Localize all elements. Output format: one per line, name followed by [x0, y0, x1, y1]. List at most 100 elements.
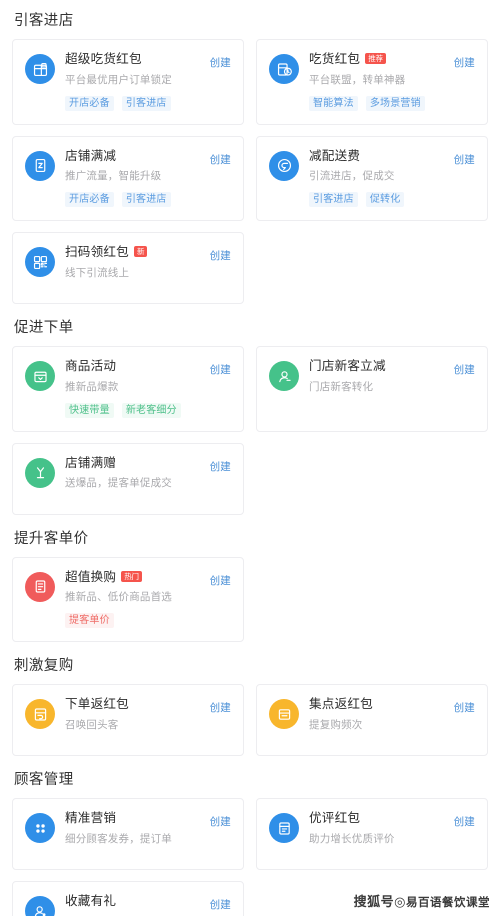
redpacket-clock-icon: [269, 54, 299, 84]
create-link[interactable]: 创建: [210, 700, 231, 715]
card-body: 店铺满减推广流量，智能升级 开店必备 引客进店: [65, 149, 231, 208]
card-tag: 智能算法: [309, 95, 358, 111]
card-description: 提复购频次: [309, 718, 363, 731]
section-title: 刺激复购: [14, 658, 74, 675]
create-link[interactable]: 创建: [210, 362, 231, 377]
tool-card[interactable]: 下单返红包召唤回头客 创建: [12, 684, 244, 757]
delivery-scooter-icon: [269, 150, 299, 181]
tool-card[interactable]: 店铺满赠 送爆品，提客单促成交 创建: [12, 442, 244, 515]
card-badge: 新: [133, 245, 148, 257]
card-tags: 智能算法 多场景营销: [309, 95, 449, 111]
section-title: 促进下单: [14, 320, 74, 337]
section: 提升客单价超值换购 热门 推新品、低价商品首选 提客单价 创建: [12, 517, 488, 643]
card-body: 超值换购 热门 推新品、低价商品首选 提客单价: [65, 570, 231, 629]
card-title: 收藏有礼: [65, 894, 117, 909]
card-tags: 提客单价: [65, 613, 205, 629]
card-tags: 引客进店 促转化: [309, 192, 449, 208]
new-customer-icon: [269, 361, 299, 392]
tool-card[interactable]: 精准营销 细分顾客发券，提订单 创建: [12, 798, 244, 871]
create-link[interactable]: 创建: [210, 573, 231, 588]
card-body: 门店新客立减 门店新客转化: [309, 360, 475, 394]
card-description: 线下引流线上: [65, 266, 130, 279]
card-tag: 引客进店: [121, 192, 171, 208]
section-title: 顾客管理: [14, 772, 74, 789]
discount-tag-icon: [25, 150, 55, 181]
card-body: 优评红包助力增长优质评价: [309, 812, 475, 846]
collect-points-icon: [269, 699, 299, 730]
create-link[interactable]: 创建: [210, 248, 231, 263]
tool-card[interactable]: 门店新客立减 门店新客转化 创建: [256, 346, 488, 432]
card-title-row: 店铺满赠: [65, 457, 205, 470]
watermark-separator: ◎: [394, 894, 406, 909]
card-body: 扫码领红包新线下引流线上: [65, 245, 231, 280]
card-title-row: 集点返红包: [309, 698, 449, 711]
return-redpacket-icon: [25, 699, 55, 730]
card-body: 收藏有礼助力店铺粉丝快速增长: [65, 895, 231, 916]
card-tag: 促转化: [365, 192, 405, 208]
create-link[interactable]: 创建: [454, 700, 475, 715]
exchange-note-icon: [25, 571, 55, 602]
card-tags: 快速带量 新老客细分: [65, 402, 205, 418]
create-link[interactable]: 创建: [454, 362, 475, 377]
card-description: 助力增长优质评价: [309, 832, 395, 845]
card-title: 优评红包: [309, 811, 361, 826]
card-title-row: 店铺满减: [65, 149, 205, 163]
card-title: 减配送费: [309, 148, 361, 163]
card-title-row: 商品活动: [65, 360, 205, 373]
card-title: 超级吃货红包: [65, 52, 142, 66]
card-body: 店铺满赠 送爆品，提客单促成交: [65, 457, 231, 491]
create-link[interactable]: 创建: [454, 55, 475, 70]
section: 引客进店 超级吃货红包 平台最优用户订单锁定 开店必备 引客进店 创建 吃货红包 推荐 平台联盟…: [12, 0, 488, 305]
card-body: 商品活动 推新品爆款 快速带量 新老客细分: [65, 360, 231, 418]
card-tag: 开店必备: [65, 95, 114, 111]
card-title-row: 扫码领红包新: [65, 245, 205, 260]
card-description: 引流进店，促成交: [309, 170, 395, 183]
tool-card[interactable]: 集点返红包 提复购频次 创建: [256, 684, 488, 757]
card-description: 平台最优用户订单锁定: [65, 73, 172, 86]
card-title-row: 超级吃货红包: [65, 53, 205, 66]
tool-card[interactable]: 超级吃货红包平台最优用户订单锁定 开店必备 引客进店 创建: [12, 39, 244, 125]
card-description: 平台联盟，转单神器: [309, 73, 406, 86]
card-title: 集点返红包: [309, 697, 373, 712]
card-badge: 推荐: [365, 52, 386, 64]
tool-card[interactable]: 减配送费 引流进店，促成交 引客进店 促转化 创建: [256, 135, 488, 222]
tool-card[interactable]: 店铺满减 推广流量，智能升级 开店必备 引客进店 创建: [12, 135, 244, 222]
tool-card[interactable]: 优评红包 助力增长优质评价 创建: [256, 798, 488, 871]
grid-dots-icon: [25, 813, 55, 844]
create-link[interactable]: 创建: [210, 814, 231, 829]
card-body: 吃货红包 推荐 平台联盟，转单神器 智能算法 多场景营销: [309, 52, 475, 111]
card-description: 召唤回头客: [65, 718, 119, 731]
card-title-row: 门店新客立减: [309, 360, 449, 373]
card-tag: 多场景营销: [365, 95, 425, 111]
card-description: 推广流量，智能升级: [65, 170, 162, 183]
card-grid: 超级吃货红包 平台最优用户订单锁定 开店必备 引客进店 创建 吃货红包 推荐 平台联盟，转单神…: [12, 39, 488, 305]
card-tag: 引客进店: [121, 95, 171, 111]
tool-card[interactable]: 收藏有礼助力店铺粉丝快速增长创建: [12, 881, 244, 916]
tool-card[interactable]: 商品活动 推新品爆款 快速带量 新老客细分 创建: [12, 346, 244, 432]
card-grid: 下单返红包 召唤回头客 创建 集点返红包 提复购频次 创建: [12, 684, 488, 757]
card-title: 门店新客立减: [309, 359, 386, 374]
create-link[interactable]: 创建: [454, 152, 475, 167]
section: 刺激复购 下单返红包 召唤回头客 创建 集点返红包 提复购频次 创建: [12, 644, 488, 757]
card-body: 减配送费引流进店，促成交引客进店 促转化: [309, 148, 475, 208]
marketing-tools-page: 引客进店 超级吃货红包 平台最优用户订单锁定 开店必备 引客进店 创建 吃货红包 推荐 平台联盟…: [0, 0, 500, 916]
card-tag: 开店必备: [65, 192, 114, 208]
card-grid: 商品活动 推新品爆款 快速带量 新老客细分 创建 门店新客立减 门店新客转化 创建 店铺满赠 送爆…: [12, 346, 488, 515]
create-link[interactable]: 创建: [454, 814, 475, 829]
card-tag: 快速带量: [65, 402, 114, 418]
card-title-row: 下单返红包: [65, 698, 205, 711]
tool-card[interactable]: 超值换购 热门 推新品、低价商品首选 提客单价 创建: [12, 556, 244, 643]
card-tag: 新老客细分: [121, 402, 181, 418]
tool-card[interactable]: 扫码领红包新线下引流线上 创建: [12, 232, 244, 305]
card-body: 精准营销 细分顾客发券，提订单: [65, 812, 231, 846]
card-body: 集点返红包提复购频次: [309, 698, 475, 732]
create-link[interactable]: 创建: [210, 897, 231, 912]
card-title: 扫码领红包: [65, 245, 129, 260]
favorite-user-icon: [25, 896, 55, 916]
create-link[interactable]: 创建: [210, 55, 231, 70]
tool-card[interactable]: 吃货红包 推荐 平台联盟，转单神器 智能算法 多场景营销 创建: [256, 39, 488, 125]
section-title: 提升客单价: [14, 530, 89, 547]
create-link[interactable]: 创建: [210, 459, 231, 474]
card-description: 门店新客转化: [309, 380, 374, 393]
create-link[interactable]: 创建: [210, 152, 231, 167]
